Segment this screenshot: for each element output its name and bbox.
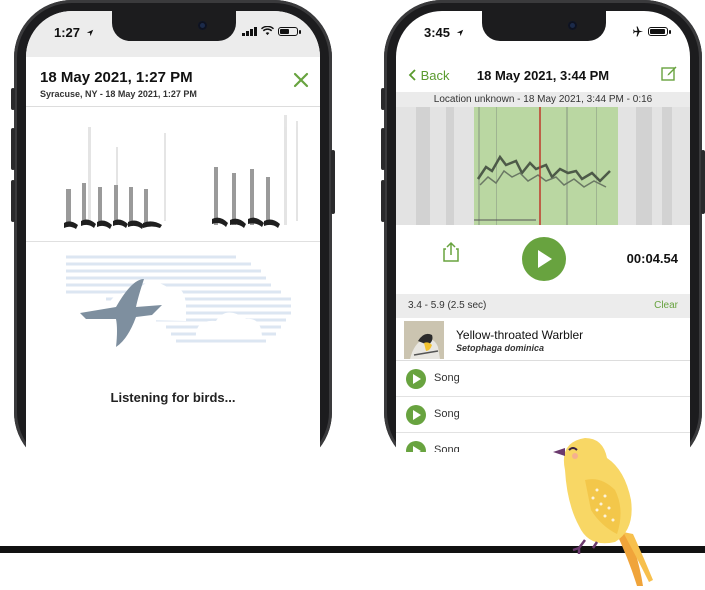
status-bar-time: 3:45 bbox=[424, 25, 464, 40]
mute-switch bbox=[11, 88, 15, 110]
location-arrow-icon bbox=[456, 29, 463, 37]
share-icon[interactable] bbox=[442, 241, 460, 263]
song-label: Song bbox=[434, 372, 460, 384]
battery-icon bbox=[648, 27, 671, 36]
nav-title: 18 May 2021, 3:44 PM bbox=[476, 68, 610, 83]
play-icon bbox=[413, 374, 421, 384]
species-photo bbox=[404, 321, 444, 359]
volume-up-button bbox=[11, 128, 15, 170]
species-common-name: Yellow-throated Warbler bbox=[456, 328, 584, 342]
wifi-icon bbox=[261, 26, 274, 36]
elapsed-time: 00:04.54 bbox=[626, 251, 678, 266]
play-icon bbox=[413, 410, 421, 420]
listening-animation bbox=[66, 255, 291, 347]
play-song-button[interactable] bbox=[406, 405, 426, 425]
mute-switch bbox=[381, 88, 385, 110]
status-bar-time: 1:27 bbox=[54, 25, 94, 40]
selection-range: 3.4 - 5.9 (2.5 sec) bbox=[408, 300, 487, 311]
volume-down-button bbox=[381, 180, 385, 222]
song-row[interactable]: Song bbox=[396, 361, 690, 397]
live-spectrogram bbox=[26, 107, 320, 241]
song-label: Song bbox=[434, 408, 460, 420]
recording-title: 18 May 2021, 1:27 PM bbox=[40, 69, 193, 86]
signal-icon bbox=[242, 26, 257, 36]
airplane-icon bbox=[633, 26, 644, 37]
status-time: 3:45 bbox=[424, 25, 451, 40]
front-camera bbox=[568, 21, 577, 30]
phone-frame-left: 1:27 18 May 2021, 1:27 PM Syracuse, NY -… bbox=[11, 0, 335, 481]
recording-subtitle: Syracuse, NY - 18 May 2021, 1:27 PM bbox=[40, 89, 197, 99]
power-button bbox=[701, 150, 705, 214]
listening-screen: 1:27 18 May 2021, 1:27 PM Syracuse, NY -… bbox=[26, 11, 320, 481]
location-arrow-icon bbox=[86, 29, 93, 37]
species-result[interactable]: Yellow-throated Warbler Setophaga domini… bbox=[396, 318, 690, 361]
volume-down-button bbox=[11, 180, 15, 222]
yellow-bird-illustration bbox=[553, 438, 653, 586]
species-scientific-name: Setophaga dominica bbox=[456, 343, 545, 353]
location-bar: Location unknown - 18 May 2021, 3:44 PM … bbox=[396, 92, 690, 107]
phone-frame-right: 3:45 Back 18 May 2021, 3:44 PM Location … bbox=[381, 0, 705, 481]
status-time: 1:27 bbox=[54, 25, 81, 40]
listening-status: Listening for birds... bbox=[110, 390, 236, 405]
recording-detail-screen: 3:45 Back 18 May 2021, 3:44 PM Location … bbox=[396, 11, 690, 481]
selection-bar: 3.4 - 5.9 (2.5 sec) Clear bbox=[396, 294, 690, 318]
status-icons bbox=[242, 26, 301, 36]
playback-controls: 00:04.54 bbox=[396, 225, 690, 291]
song-row[interactable]: Song bbox=[396, 397, 690, 433]
volume-up-button bbox=[381, 128, 385, 170]
status-icons bbox=[632, 26, 671, 37]
close-icon[interactable] bbox=[290, 69, 312, 91]
edit-icon[interactable] bbox=[660, 64, 678, 82]
battery-icon bbox=[278, 26, 301, 36]
front-camera bbox=[198, 21, 207, 30]
clear-button[interactable]: Clear bbox=[654, 294, 678, 318]
play-song-button[interactable] bbox=[406, 369, 426, 389]
recording-spectrogram[interactable] bbox=[396, 107, 690, 225]
notch bbox=[112, 11, 236, 41]
power-button bbox=[331, 150, 335, 214]
play-icon bbox=[538, 250, 552, 268]
play-button[interactable] bbox=[522, 237, 566, 281]
spectrogram-baseline bbox=[26, 241, 320, 242]
notch bbox=[482, 11, 606, 41]
